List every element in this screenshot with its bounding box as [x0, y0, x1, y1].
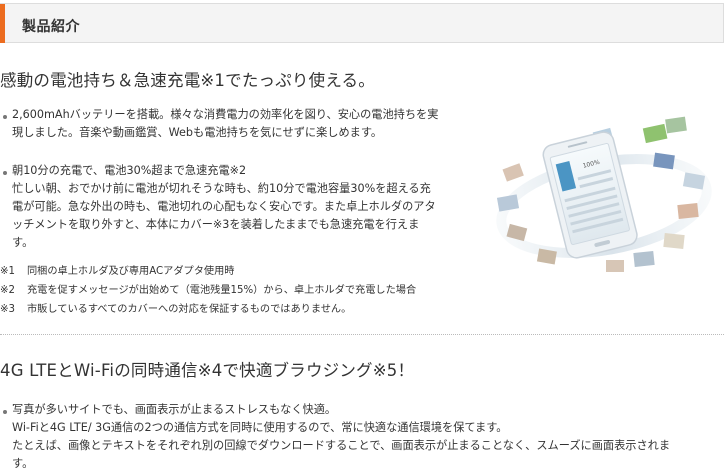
paragraph-line: たとえば、画像とテキストをそれぞれ別の回線でダウンロードすることで、画面表示が止… — [12, 439, 671, 452]
page-title: 製品紹介 — [22, 19, 80, 35]
bullet-dot — [3, 115, 7, 119]
wifi-section-heading: 4G LTEとWi-Fiの同時通信※4で快適ブラウジング※5！ — [0, 361, 415, 380]
paragraph-line: 忙しい朝、おでかけ前に電池が切れそうな時も、約10分で電池容量30%を超える充 — [12, 182, 431, 195]
paragraph-line: 写真が多いサイトでも、画面表示が止まるストレスもなく快適。 — [12, 403, 337, 416]
smartphone-illustration: 100% — [496, 116, 712, 272]
bullet-dot — [3, 171, 7, 175]
battery-capacity-paragraph: 2,600mAhバッテリーを搭載。様々な消費電力の効率化を図り、安心の電池持ちを… — [12, 106, 438, 142]
footnote-1: ※1 同梱の卓上ホルダ及び専用ACアダプタ使用時 — [0, 262, 234, 277]
paragraph-line: 現しました。音楽や動画鑑賞、Webも電池持ちを気にせずに楽しめます。 — [12, 126, 383, 139]
footnote-text: 同梱の卓上ホルダ及び専用ACアダプタ使用時 — [27, 266, 235, 277]
footnote-mark: ※3 — [0, 304, 16, 315]
section-header: 製品紹介 — [0, 3, 724, 43]
header-accent-bar — [0, 4, 5, 43]
dual-connection-paragraph: 写真が多いサイトでも、画面表示が止まるストレスもなく快適。 Wi-Fiと4G LT… — [12, 401, 670, 473]
footnote-text: 市販しているすべてのカバーへの対応を保証するものではありません。 — [27, 304, 352, 315]
paragraph-line: 2,600mAhバッテリーを搭載。様々な消費電力の効率化を図り、安心の電池持ちを… — [12, 108, 439, 121]
footnote-mark: ※2 — [0, 285, 16, 296]
section-divider — [0, 334, 724, 335]
footnote-mark: ※1 — [0, 266, 16, 277]
paragraph-line: 朝10分の充電で、電池30%超まで急速充電※2 — [12, 164, 247, 177]
bullet-dot — [3, 410, 7, 414]
footnote-3: ※3 市販しているすべてのカバーへの対応を保証するものではありません。 — [0, 300, 351, 315]
footnote-2: ※2 充電を促すメッセージが出始めて（電池残量15%）から、卓上ホルダで充電した場… — [0, 281, 416, 296]
paragraph-line: す。 — [12, 457, 34, 470]
battery-section-heading: 感動の電池持ち＆急速充電※1でたっぷり使える。 — [0, 71, 375, 90]
paragraph-line: 電が可能。急な外出の時も、電池切れの心配もなく安心です。また卓上ホルダのアタ — [12, 200, 436, 213]
phone-body: 100% — [542, 131, 638, 259]
paragraph-line: Wi-Fiと4G LTE/ 3G通信の2つの通信方式を同時に使用するので、常に快… — [12, 421, 508, 434]
product-image: 100% — [494, 114, 716, 276]
paragraph-line: す。 — [12, 236, 34, 249]
paragraph-line: ッチメントを取り外すと、本体にカバー※3を装着したままでも急速充電を行えま — [12, 218, 420, 231]
quick-charge-paragraph: 朝10分の充電で、電池30%超まで急速充電※2 忙しい朝、おでかけ前に電池が切れそ… — [12, 162, 436, 252]
footnote-text: 充電を促すメッセージが出始めて（電池残量15%）から、卓上ホルダで充電した場合 — [27, 285, 417, 296]
